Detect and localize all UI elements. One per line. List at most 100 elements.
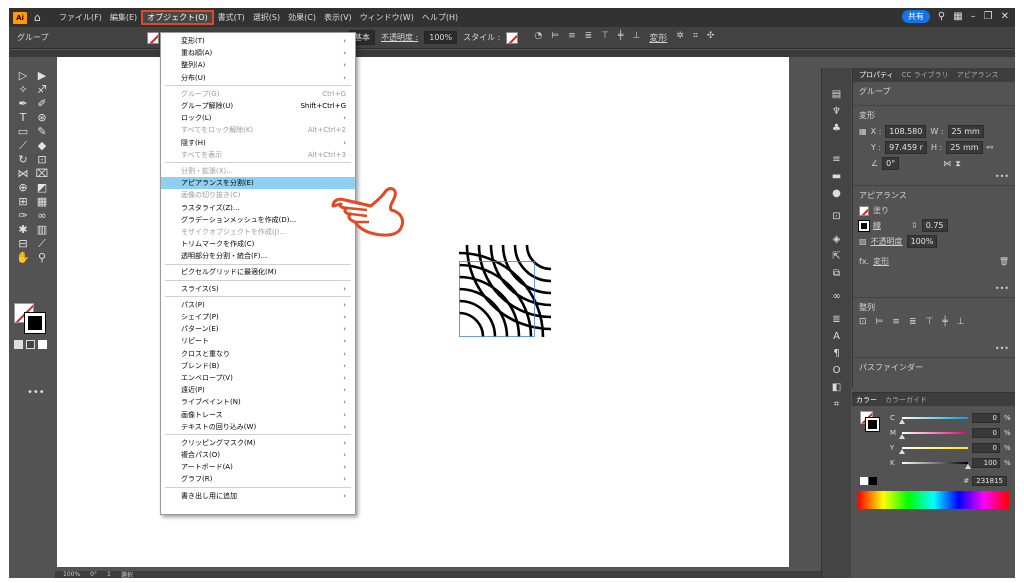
artboard-tool-icon[interactable]: ⊟ xyxy=(15,237,31,250)
fill-stroke-control[interactable] xyxy=(14,303,48,335)
dropdown-menu-item[interactable]: 画像トレース › xyxy=(161,408,355,420)
opacity-field-panel[interactable]: 100% xyxy=(906,235,938,248)
pen-tool-icon[interactable]: ✒ xyxy=(15,97,31,110)
dropdown-menu-item[interactable]: 重ね順(A) › xyxy=(161,47,355,59)
mesh-tool-icon[interactable]: ▦ xyxy=(34,195,50,208)
menu-item-1[interactable]: 編集(E) xyxy=(106,10,141,25)
none-mode-icon[interactable] xyxy=(38,340,47,349)
layers-panel-icon[interactable]: ◈ xyxy=(822,231,851,248)
dropdown-menu-item[interactable]: トリムマークを作成(C) xyxy=(161,238,355,250)
flip-horizontal-icon[interactable]: ⋈ xyxy=(943,159,951,168)
transparency-panel-icon[interactable]: ● xyxy=(822,185,851,202)
dropdown-menu-item[interactable]: 分布(U) › xyxy=(161,72,355,84)
selection-tool-icon[interactable]: ▷ xyxy=(15,69,31,82)
constrain-icon[interactable]: ⚯ xyxy=(987,143,994,152)
pencil-tool-icon[interactable]: ✎ xyxy=(34,125,50,138)
stepper-icon[interactable]: ⇳ xyxy=(911,221,918,230)
home-icon[interactable]: ⌂ xyxy=(34,11,41,24)
stroke-panel-icon[interactable]: ≡ xyxy=(822,151,851,168)
align-more-icon[interactable]: ••• xyxy=(995,344,1009,353)
stroke-black-swatch[interactable] xyxy=(24,312,46,334)
minimize-icon[interactable]: – xyxy=(971,11,976,22)
eraser-tool-icon[interactable]: ◆ xyxy=(34,139,50,152)
properties-tab-1[interactable]: CC ライブラリ xyxy=(902,70,949,80)
dropdown-menu-item[interactable]: ライブペイント(N) › xyxy=(161,396,355,408)
x-field[interactable]: 108.580 xyxy=(885,125,927,138)
dropdown-menu-item[interactable]: 透明部分を分割・統合(F)... xyxy=(161,250,355,262)
dropdown-menu-item[interactable]: ラスタライズ(Z)... xyxy=(161,201,355,213)
dropdown-menu-item[interactable]: ブレンド(B) › xyxy=(161,360,355,372)
transform-more-icon[interactable]: ••• xyxy=(995,172,1009,181)
dropdown-menu-item[interactable]: グラフ(R) › xyxy=(161,473,355,485)
menu-item-5[interactable]: 効果(C) xyxy=(284,10,320,25)
align-to-icon[interactable]: ⊡ xyxy=(859,317,867,327)
align-vcenter-icon[interactable]: ╪ xyxy=(942,317,947,327)
reference-point-icon[interactable]: ▦ xyxy=(859,127,867,136)
opentype-panel-icon[interactable]: O xyxy=(822,362,851,379)
align-top-icon[interactable]: ⊤ xyxy=(601,31,609,44)
align-hcenter-icon[interactable]: ≡ xyxy=(892,317,900,327)
close-icon[interactable]: ✕ xyxy=(1001,11,1009,22)
recolor-icon[interactable]: ◔ xyxy=(534,31,542,44)
artboards-panel-icon[interactable]: ⊡ xyxy=(822,208,851,225)
asset-export-panel-icon[interactable]: ⇱ xyxy=(822,248,851,265)
appearance-more-icon[interactable]: ••• xyxy=(995,284,1009,293)
dropdown-menu-item[interactable]: 書き出し用に追加 › xyxy=(161,490,355,502)
stroke-label[interactable]: 線 xyxy=(873,220,881,231)
spiral-tool-icon[interactable]: ⊛ xyxy=(34,111,50,124)
graph-tool-icon[interactable]: ▥ xyxy=(34,223,50,236)
opacity-field[interactable]: 100% xyxy=(424,31,458,44)
menu-item-2[interactable]: オブジェクト(O) xyxy=(141,10,214,25)
align-bottom-icon[interactable]: ⊥ xyxy=(957,317,965,327)
symbol-sprayer-tool-icon[interactable]: ✱ xyxy=(15,223,31,236)
gradient-panel-icon[interactable]: ▬ xyxy=(822,168,851,185)
flip-vertical-icon[interactable]: ⧗ xyxy=(955,159,961,169)
paragraph-styles-icon[interactable]: ≣ xyxy=(822,311,851,328)
restore-icon[interactable]: ❐ xyxy=(984,11,993,22)
menu-item-4[interactable]: 選択(S) xyxy=(249,10,284,25)
eyedropper-tool-icon[interactable]: ✑ xyxy=(15,209,31,222)
hand-tool-icon[interactable]: ✋ xyxy=(15,251,31,264)
align-left-icon[interactable]: ⊨ xyxy=(876,317,884,327)
color-spectrum[interactable] xyxy=(858,491,1009,509)
slider-thumb[interactable] xyxy=(899,433,905,439)
brushes-panel-icon[interactable]: ♆ xyxy=(822,103,851,120)
color-mode-icon[interactable] xyxy=(14,340,23,349)
slider-thumb[interactable] xyxy=(899,418,905,424)
paintbrush-tool-icon[interactable]: ⟋ xyxy=(15,139,31,152)
dropdown-menu-item[interactable]: スライス(S) › xyxy=(161,283,355,295)
w-field[interactable]: 25 mm xyxy=(947,125,984,138)
lasso-tool-icon[interactable]: ♐ xyxy=(34,83,50,96)
selected-artwork-group[interactable] xyxy=(459,245,551,337)
align-right-icon[interactable]: ≣ xyxy=(585,31,593,44)
style-swatch[interactable] xyxy=(506,31,519,44)
puppet-icon[interactable]: ✣ xyxy=(707,31,715,44)
dropdown-menu-item[interactable]: アートボード(A) › xyxy=(161,461,355,473)
dropdown-menu-item[interactable]: クロスと重なり › xyxy=(161,348,355,360)
opacity-label-panel[interactable]: 不透明度 xyxy=(871,236,903,247)
menu-item-6[interactable]: 表示(V) xyxy=(320,10,356,25)
h-field[interactable]: 25 mm xyxy=(946,141,983,154)
rectangle-tool-icon[interactable]: ▭ xyxy=(15,125,31,138)
y-field[interactable]: 97.459 r xyxy=(885,141,927,154)
libraries-panel-icon[interactable]: ▤ xyxy=(822,86,851,103)
align-right-icon[interactable]: ≣ xyxy=(909,317,917,327)
link-icon[interactable]: ∞ xyxy=(822,288,851,305)
curvature-tool-icon[interactable]: ✐ xyxy=(34,97,50,110)
zoom-level[interactable]: 100% xyxy=(63,571,80,578)
width-tool-icon[interactable]: ⋈ xyxy=(15,167,31,180)
color-tab-0[interactable]: カラー xyxy=(856,395,877,405)
type-tool-icon[interactable]: T xyxy=(15,111,31,124)
fill-swatch-small[interactable] xyxy=(859,205,869,216)
pathfinder-panel-icon[interactable]: ◧ xyxy=(822,379,851,396)
free-transform-tool-icon[interactable]: ⌧ xyxy=(34,167,50,180)
hex-field[interactable]: 231815 xyxy=(972,476,1007,486)
dropdown-menu-item[interactable]: グラデーションメッシュを作成(D)... xyxy=(161,214,355,226)
glyphs-panel-icon[interactable]: ⌗ xyxy=(822,396,851,413)
delete-effect-icon[interactable]: 🗑 xyxy=(999,257,1009,266)
slider-thumb[interactable] xyxy=(965,463,971,469)
align-left-icon[interactable]: ⊨ xyxy=(551,31,559,44)
dropdown-menu-item[interactable]: 遠近(P) › xyxy=(161,384,355,396)
menu-item-expand-appearance[interactable]: アピアランスを分割(E) xyxy=(161,177,355,190)
dropdown-menu-item[interactable]: テキストの回り込み(W) › xyxy=(161,421,355,433)
